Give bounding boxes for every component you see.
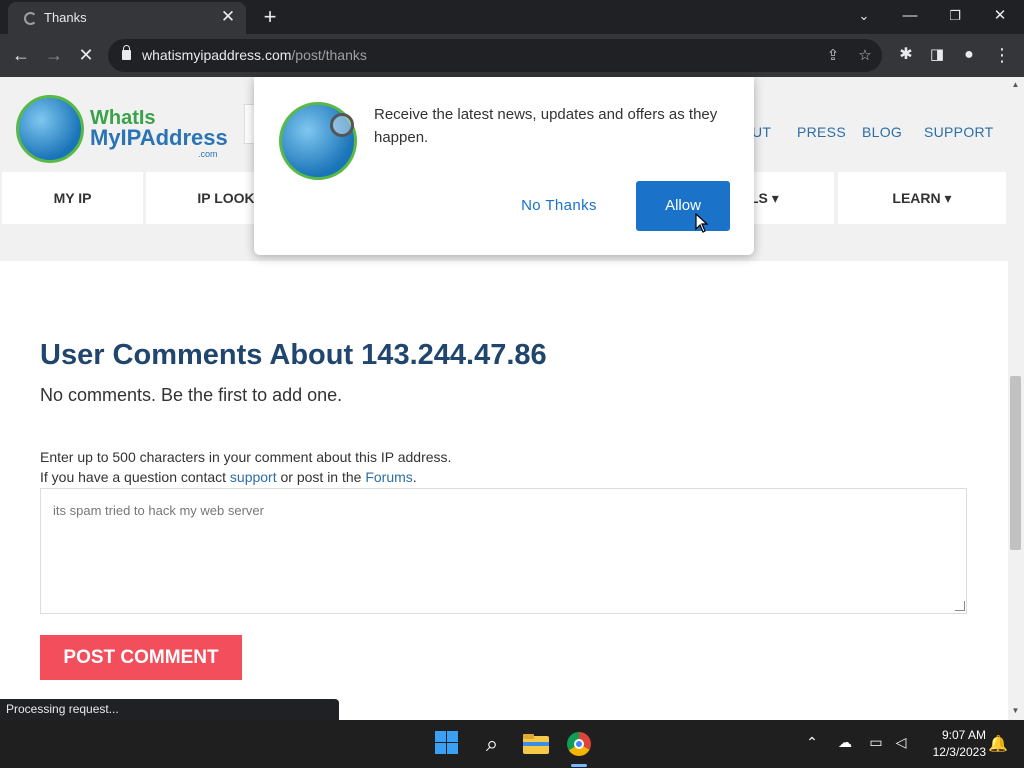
browser-tab[interactable]: Thanks ✕ (8, 2, 246, 34)
chrome-icon[interactable] (563, 728, 595, 760)
globe-logo-icon (279, 102, 357, 180)
lock-icon[interactable] (122, 45, 131, 60)
extensions-icon[interactable]: ✱ (892, 41, 920, 69)
comment-textarea[interactable]: its spam tried to hack my web server (40, 488, 967, 614)
logo-suffix: .com (198, 149, 218, 159)
restore-icon[interactable]: ❐ (941, 3, 969, 29)
share-icon[interactable]: ⇪ (822, 45, 844, 67)
popup-message: Receive the latest news, updates and off… (374, 106, 718, 146)
scrollbar-thumb[interactable] (1010, 376, 1021, 550)
active-app-indicator (571, 764, 587, 767)
close-tab-icon[interactable]: ✕ (218, 7, 238, 27)
stop-loading-icon[interactable]: ✕ (72, 41, 100, 69)
back-icon[interactable]: ← (7, 41, 35, 69)
tab-title: Thanks (44, 10, 87, 25)
top-nav-support[interactable]: SUPPORT (924, 124, 994, 140)
comments-section: User Comments About 143.244.47.86 No com… (0, 261, 1008, 720)
scroll-down-icon[interactable]: ▼ (1010, 706, 1021, 716)
status-bubble: Processing request... (0, 699, 339, 720)
new-tab-icon[interactable]: + (256, 4, 284, 30)
tab-search-icon[interactable]: ⌄ (850, 3, 878, 29)
window-close-icon[interactable]: ✕ (986, 3, 1014, 29)
top-nav-about[interactable]: UT (752, 124, 771, 140)
browser-toolbar: ← → ✕ whatismyipaddress.com/post/thanks … (0, 34, 1024, 77)
top-nav-blog[interactable]: BLOG (862, 124, 902, 140)
globe-logo-icon (16, 95, 84, 163)
nav-learn[interactable]: LEARN ▾ (838, 172, 1006, 224)
url-text[interactable]: whatismyipaddress.com/post/thanks (142, 47, 367, 63)
page-title: User Comments About 143.244.47.86 (40, 339, 547, 371)
no-comments-text: No comments. Be the first to add one. (40, 385, 343, 405)
windows-start-icon[interactable] (432, 728, 464, 760)
address-bar[interactable]: whatismyipaddress.com/post/thanks ⇪ ☆ (108, 39, 882, 72)
comment-hint: Enter up to 500 characters in your comme… (40, 449, 452, 465)
nav-my-ip[interactable]: MY IP (2, 172, 143, 224)
taskbar-clock[interactable]: 9:07 AM 12/3/2023 (920, 727, 986, 761)
minimize-icon[interactable]: — (896, 3, 924, 29)
file-explorer-icon[interactable] (520, 728, 552, 760)
logo-text: MyIPAddress (90, 125, 228, 150)
search-icon[interactable]: ⌕ (476, 728, 508, 760)
side-panel-icon[interactable]: ◨ (923, 41, 951, 69)
volume-icon[interactable]: ◁ (891, 734, 911, 751)
onedrive-icon[interactable]: ☁ (835, 734, 855, 751)
support-link[interactable]: support (230, 469, 277, 485)
profile-icon[interactable]: ● (955, 41, 983, 69)
notification-bell-icon[interactable]: 🔔 (988, 734, 1008, 754)
no-thanks-button[interactable]: No Thanks (504, 181, 614, 231)
browser-tab-bar: Thanks ✕ + ⌄ — ❐ ✕ (0, 0, 1024, 34)
post-comment-button[interactable]: POST COMMENT (40, 635, 242, 680)
forward-icon[interactable]: → (40, 41, 68, 69)
resize-handle-icon[interactable] (955, 601, 965, 611)
mouse-cursor-icon (695, 213, 709, 233)
allow-button[interactable]: Allow (636, 181, 730, 231)
top-nav-press[interactable]: PRESS (797, 124, 846, 140)
contact-hint: If you have a question contact support o… (40, 469, 417, 485)
notification-permission-popup: Receive the latest news, updates and off… (254, 77, 754, 255)
scroll-up-icon[interactable]: ▲ (1010, 80, 1021, 90)
windows-taskbar: ⌕ ⌃ ☁ ▭ ◁ 9:07 AM 12/3/2023 🔔 (0, 720, 1024, 768)
network-icon[interactable]: ▭ (866, 734, 886, 751)
show-hidden-icons-icon[interactable]: ⌃ (802, 734, 822, 751)
loading-spinner-icon (24, 12, 37, 25)
menu-kebab-icon[interactable]: ⋮ (988, 41, 1016, 69)
forums-link[interactable]: Forums (365, 469, 412, 485)
bookmark-star-icon[interactable]: ☆ (854, 45, 876, 67)
site-logo[interactable]: WhatIs MyIPAddress .com (16, 95, 228, 165)
